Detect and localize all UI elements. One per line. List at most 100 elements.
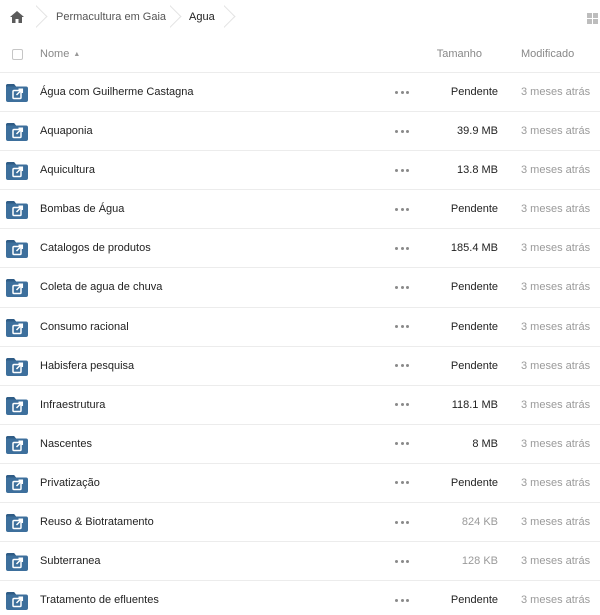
shared-folder-icon <box>6 84 28 102</box>
file-size: 128 KB <box>461 555 498 568</box>
breadcrumb-separator <box>36 4 48 30</box>
more-actions-icon[interactable] <box>395 204 409 214</box>
select-all-checkbox[interactable] <box>12 49 23 60</box>
table-row[interactable]: Nascentes 8 MB 3 meses atrás <box>0 425 600 464</box>
file-modified: 3 meses atrás <box>521 359 591 372</box>
table-row[interactable]: Bombas de Água Pendente 3 meses atrás <box>0 190 600 230</box>
table-row[interactable]: Tratamento de efluentes Pendente 3 meses… <box>0 581 600 615</box>
table-row[interactable]: Consumo racional Pendente 3 meses atrás <box>0 308 600 347</box>
column-header-modified[interactable]: Modificado <box>521 48 574 60</box>
file-modified: 3 meses atrás <box>521 125 591 138</box>
file-size: Pendente <box>450 594 498 607</box>
file-name[interactable]: Subterranea <box>40 555 101 567</box>
breadcrumb-separator <box>224 4 236 30</box>
table-row[interactable]: Coleta de agua de chuva Pendente 3 meses… <box>0 268 600 308</box>
table-row[interactable]: Água com Guilherme Castagna Pendente 3 m… <box>0 73 600 113</box>
column-header-size[interactable]: Tamanho <box>437 48 482 60</box>
shared-folder-icon <box>6 123 28 142</box>
table-row[interactable]: Catalogos de produtos 185.4 MB 3 meses a… <box>0 229 600 269</box>
sort-ascending-icon: ▲ <box>73 51 81 58</box>
file-modified: 3 meses atrás <box>521 242 591 255</box>
shared-folder-icon <box>6 396 28 415</box>
breadcrumb-separator <box>170 4 182 30</box>
file-size: 118.1 MB <box>451 398 498 411</box>
table-row[interactable]: Aquicultura 13.8 MB 3 meses atrás <box>0 151 600 191</box>
file-modified: 3 meses atrás <box>521 281 591 294</box>
more-actions-icon[interactable] <box>395 517 409 527</box>
more-actions-icon[interactable] <box>395 361 409 371</box>
shared-folder-icon <box>6 318 28 337</box>
file-size: Pendente <box>450 359 498 372</box>
file-name[interactable]: Consumo racional <box>40 321 129 333</box>
file-modified: 3 meses atrás <box>521 594 591 607</box>
file-size: Pendente <box>450 86 498 98</box>
more-actions-icon[interactable] <box>395 595 409 605</box>
file-size: Pendente <box>450 476 498 489</box>
breadcrumb-item-agua[interactable]: Agua <box>189 11 215 23</box>
more-actions-icon[interactable] <box>395 87 409 97</box>
more-actions-icon[interactable] <box>395 556 409 566</box>
file-name[interactable]: Tratamento de efluentes <box>40 594 159 606</box>
file-size: 8 MB <box>472 437 498 450</box>
shared-folder-icon <box>6 162 28 181</box>
file-size: Pendente <box>450 281 498 294</box>
table-row[interactable]: Aquaponia 39.9 MB 3 meses atrás <box>0 112 600 152</box>
file-name[interactable]: Infraestrutura <box>40 399 105 411</box>
file-name[interactable]: Bombas de Água <box>40 203 124 215</box>
sort-by-name[interactable]: Nome ▲ <box>40 48 80 60</box>
file-name[interactable]: Aquicultura <box>40 164 95 176</box>
file-modified: 3 meses atrás <box>521 437 591 450</box>
shared-folder-icon <box>6 201 28 220</box>
shared-folder-icon <box>6 553 28 572</box>
table-row[interactable]: Subterranea 128 KB 3 meses atrás <box>0 542 600 582</box>
file-size: 185.4 MB <box>450 242 498 255</box>
file-name[interactable]: Nascentes <box>40 438 92 450</box>
file-modified: 3 meses atrás <box>521 398 591 411</box>
breadcrumb: Permacultura em Gaia Agua <box>0 0 600 35</box>
file-name[interactable]: Aquaponia <box>40 125 93 137</box>
file-name[interactable]: Coleta de agua de chuva <box>40 281 162 293</box>
more-actions-icon[interactable] <box>395 439 409 449</box>
file-modified: 3 meses atrás <box>521 320 591 333</box>
grid-view-icon[interactable] <box>587 13 598 24</box>
shared-folder-icon <box>6 279 28 298</box>
file-size: 824 KB <box>461 516 498 529</box>
shared-folder-icon <box>6 474 28 493</box>
shared-folder-icon <box>6 357 28 376</box>
file-list-header: Nome ▲ Tamanho Modificado <box>0 35 600 73</box>
shared-folder-icon <box>6 514 28 533</box>
file-size: Pendente <box>450 320 498 333</box>
more-actions-icon[interactable] <box>395 282 409 292</box>
more-actions-icon[interactable] <box>395 478 409 488</box>
file-name[interactable]: Privatização <box>40 477 100 489</box>
file-size: 39.9 MB <box>457 125 498 138</box>
shared-folder-icon <box>6 592 28 611</box>
table-row[interactable]: Habisfera pesquisa Pendente 3 meses atrá… <box>0 347 600 386</box>
more-actions-icon[interactable] <box>395 165 409 175</box>
more-actions-icon[interactable] <box>395 243 409 253</box>
more-actions-icon[interactable] <box>395 400 409 410</box>
column-header-name: Nome <box>40 48 70 60</box>
file-name[interactable]: Habisfera pesquisa <box>40 360 134 372</box>
file-modified: 3 meses atrás <box>521 555 591 568</box>
shared-folder-icon <box>6 240 28 259</box>
file-modified: 3 meses atrás <box>521 203 591 216</box>
breadcrumb-item-permacultura[interactable]: Permacultura em Gaia <box>56 11 166 23</box>
file-name[interactable]: Catalogos de produtos <box>40 242 151 254</box>
file-size: Pendente <box>450 203 498 216</box>
file-list: Água com Guilherme Castagna Pendente 3 m… <box>0 73 600 615</box>
more-actions-icon[interactable] <box>395 126 409 136</box>
table-row[interactable]: Reuso & Biotratamento 824 KB 3 meses atr… <box>0 503 600 543</box>
file-modified: 3 meses atrás <box>521 164 591 177</box>
file-name[interactable]: Reuso & Biotratamento <box>40 516 154 528</box>
file-modified: 3 meses atrás <box>521 476 591 489</box>
file-modified: 3 meses atrás <box>521 516 591 529</box>
home-icon[interactable] <box>8 8 26 26</box>
table-row[interactable]: Infraestrutura 118.1 MB 3 meses atrás <box>0 386 600 425</box>
table-row[interactable]: Privatização Pendente 3 meses atrás <box>0 464 600 504</box>
file-modified: 3 meses atrás <box>521 86 591 98</box>
file-size: 13.8 MB <box>457 164 498 177</box>
shared-folder-icon <box>6 435 28 454</box>
file-name[interactable]: Água com Guilherme Castagna <box>40 86 193 98</box>
more-actions-icon[interactable] <box>395 322 409 332</box>
